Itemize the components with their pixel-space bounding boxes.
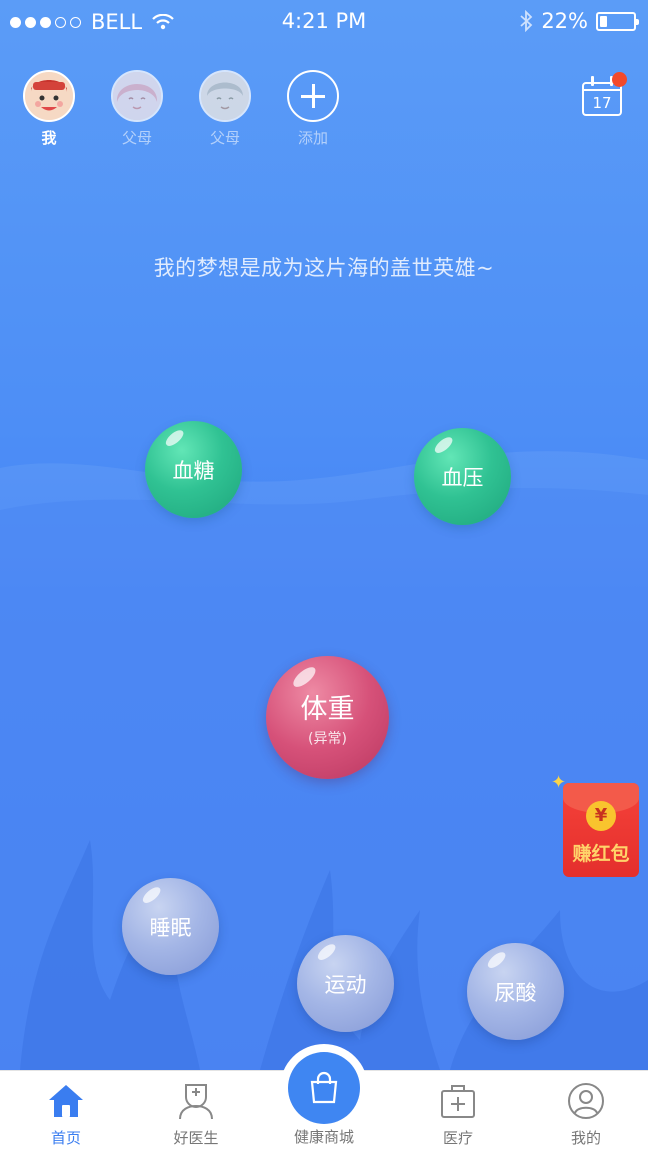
member-label: 父母 xyxy=(121,129,152,147)
calendar-button[interactable]: 17 xyxy=(582,72,627,116)
uric-acid-bubble[interactable]: 尿酸 xyxy=(467,943,564,1040)
tab-label: 健康商城 xyxy=(293,1128,354,1146)
bluetooth-icon xyxy=(520,10,533,32)
member-label: 我 xyxy=(41,129,57,147)
exercise-bubble[interactable]: 运动 xyxy=(297,935,394,1032)
medical-kit-icon xyxy=(438,1081,478,1121)
tab-doctor[interactable]: 好医生 xyxy=(146,1071,246,1152)
family-members: 我 父母 父母 添加 xyxy=(22,70,340,148)
tab-medical[interactable]: 医疗 xyxy=(408,1071,508,1152)
bubble-label: 睡眠 xyxy=(149,915,192,940)
red-packet-button[interactable]: ¥ 赚红包 xyxy=(563,783,639,877)
profile-icon xyxy=(566,1081,606,1121)
calendar-icon: 17 xyxy=(582,82,622,116)
tab-label: 好医生 xyxy=(173,1129,219,1147)
status-bar: BELL 4:21 PM 22% xyxy=(0,0,648,44)
tab-mine[interactable]: 我的 xyxy=(536,1071,636,1152)
bubble-label: 血糖 xyxy=(172,458,215,483)
blood-sugar-bubble[interactable]: 血糖 xyxy=(145,421,242,518)
health-mall-button[interactable] xyxy=(288,1052,360,1124)
tab-home[interactable]: 首页 xyxy=(16,1071,116,1152)
battery-icon xyxy=(596,11,639,31)
blood-pressure-bubble[interactable]: 血压 xyxy=(414,428,511,525)
shopping-bag-icon xyxy=(310,1071,338,1104)
member-me[interactable]: 我 xyxy=(22,70,76,148)
bubble-label: 血压 xyxy=(441,465,484,490)
tab-label: 首页 xyxy=(50,1129,81,1147)
weight-bubble[interactable]: 体重 (异常) xyxy=(266,656,389,779)
tab-label: 我的 xyxy=(570,1129,601,1147)
red-packet-label: 赚红包 xyxy=(572,843,630,865)
avatar-father xyxy=(199,70,251,122)
bubble-status: (异常) xyxy=(308,731,347,747)
yuan-coin-icon: ¥ xyxy=(586,801,616,831)
sleep-bubble[interactable]: 睡眠 xyxy=(122,878,219,975)
plus-icon xyxy=(287,70,339,122)
add-member-button[interactable]: 添加 xyxy=(286,70,340,148)
bubble-label: 尿酸 xyxy=(494,980,537,1005)
member-parent-mother[interactable]: 父母 xyxy=(110,70,164,148)
member-label: 父母 xyxy=(209,129,240,147)
calendar-day: 17 xyxy=(592,94,612,112)
battery-percent: 22% xyxy=(541,9,588,33)
home-icon xyxy=(46,1081,86,1121)
avatar-mother xyxy=(111,70,163,122)
bubble-label: 体重 xyxy=(300,694,355,725)
doctor-icon xyxy=(176,1081,216,1121)
member-label: 添加 xyxy=(297,129,328,147)
tab-label: 医疗 xyxy=(442,1129,473,1147)
avatar-me xyxy=(23,70,75,122)
member-parent-father[interactable]: 父母 xyxy=(198,70,252,148)
notification-dot xyxy=(612,72,627,87)
home-screen: BELL 4:21 PM 22% 我 父母 父母 添加 17 我的梦想是成为这片… xyxy=(0,0,648,1070)
motto-text: 我的梦想是成为这片海的盖世英雄~ xyxy=(153,256,495,280)
bubble-label: 运动 xyxy=(324,972,367,997)
